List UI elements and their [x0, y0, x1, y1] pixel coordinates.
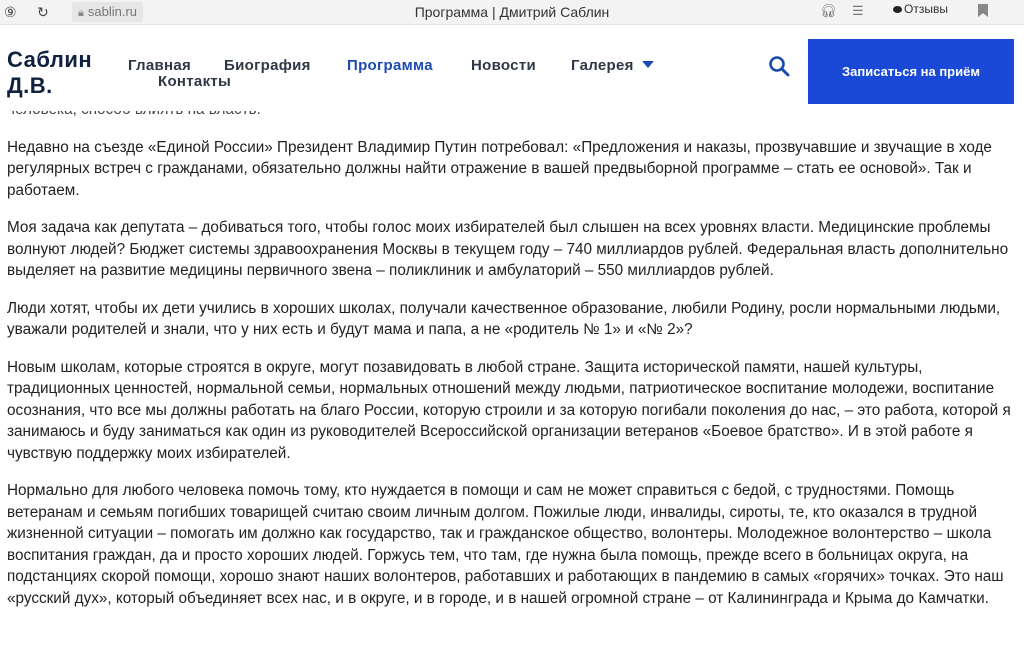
nav-home[interactable]: Главная [128, 57, 191, 74]
nav-news[interactable]: Новости [471, 57, 536, 74]
tab-title: Программа | Дмитрий Саблин [414, 4, 610, 20]
chat-bubble-icon [893, 6, 902, 13]
nav-program[interactable]: Программа [347, 57, 433, 74]
logo-name: Саблин [7, 47, 93, 72]
paragraph: Люди хотят, чтобы их дети учились в хоро… [7, 299, 1001, 339]
nav-biography[interactable]: Биография [224, 57, 311, 74]
chevron-down-icon [641, 61, 654, 68]
nav-gallery-label: Галерея [571, 57, 634, 74]
paragraph: Нормально для любого человека помочь том… [7, 482, 1004, 607]
headphones-icon[interactable]: 🎧︎ [820, 3, 837, 19]
article-body: человека, способ влиять на власть. Недав… [7, 99, 1012, 625]
site-logo[interactable]: Саблин Д.В. [7, 47, 92, 99]
reader-mode-icon[interactable]: ☰ [852, 3, 864, 19]
appointment-button[interactable]: Записаться на приём [808, 39, 1014, 104]
nav-contacts[interactable]: Контакты [158, 73, 231, 90]
logo-initials: Д.В. [7, 73, 53, 98]
paragraph: Недавно на съезде «Единой России» Презид… [7, 138, 992, 199]
paragraph: Новым школам, которые строятся в округе,… [7, 358, 1011, 462]
search-icon[interactable] [768, 55, 790, 77]
reviews-label: Отзывы [904, 2, 948, 16]
nav-gallery[interactable]: Галерея [571, 57, 654, 74]
paragraph: Моя задача как депутата – добиваться тог… [7, 219, 1009, 279]
browser-toolbar: ⑨ ↻ 🔒︎ sablin.ru Программа | Дмитрий Сабл… [0, 0, 1024, 25]
reviews-button[interactable]: Отзывы [893, 2, 948, 16]
site-header: Саблин Д.В. Главная Биография Программа … [0, 25, 1024, 111]
